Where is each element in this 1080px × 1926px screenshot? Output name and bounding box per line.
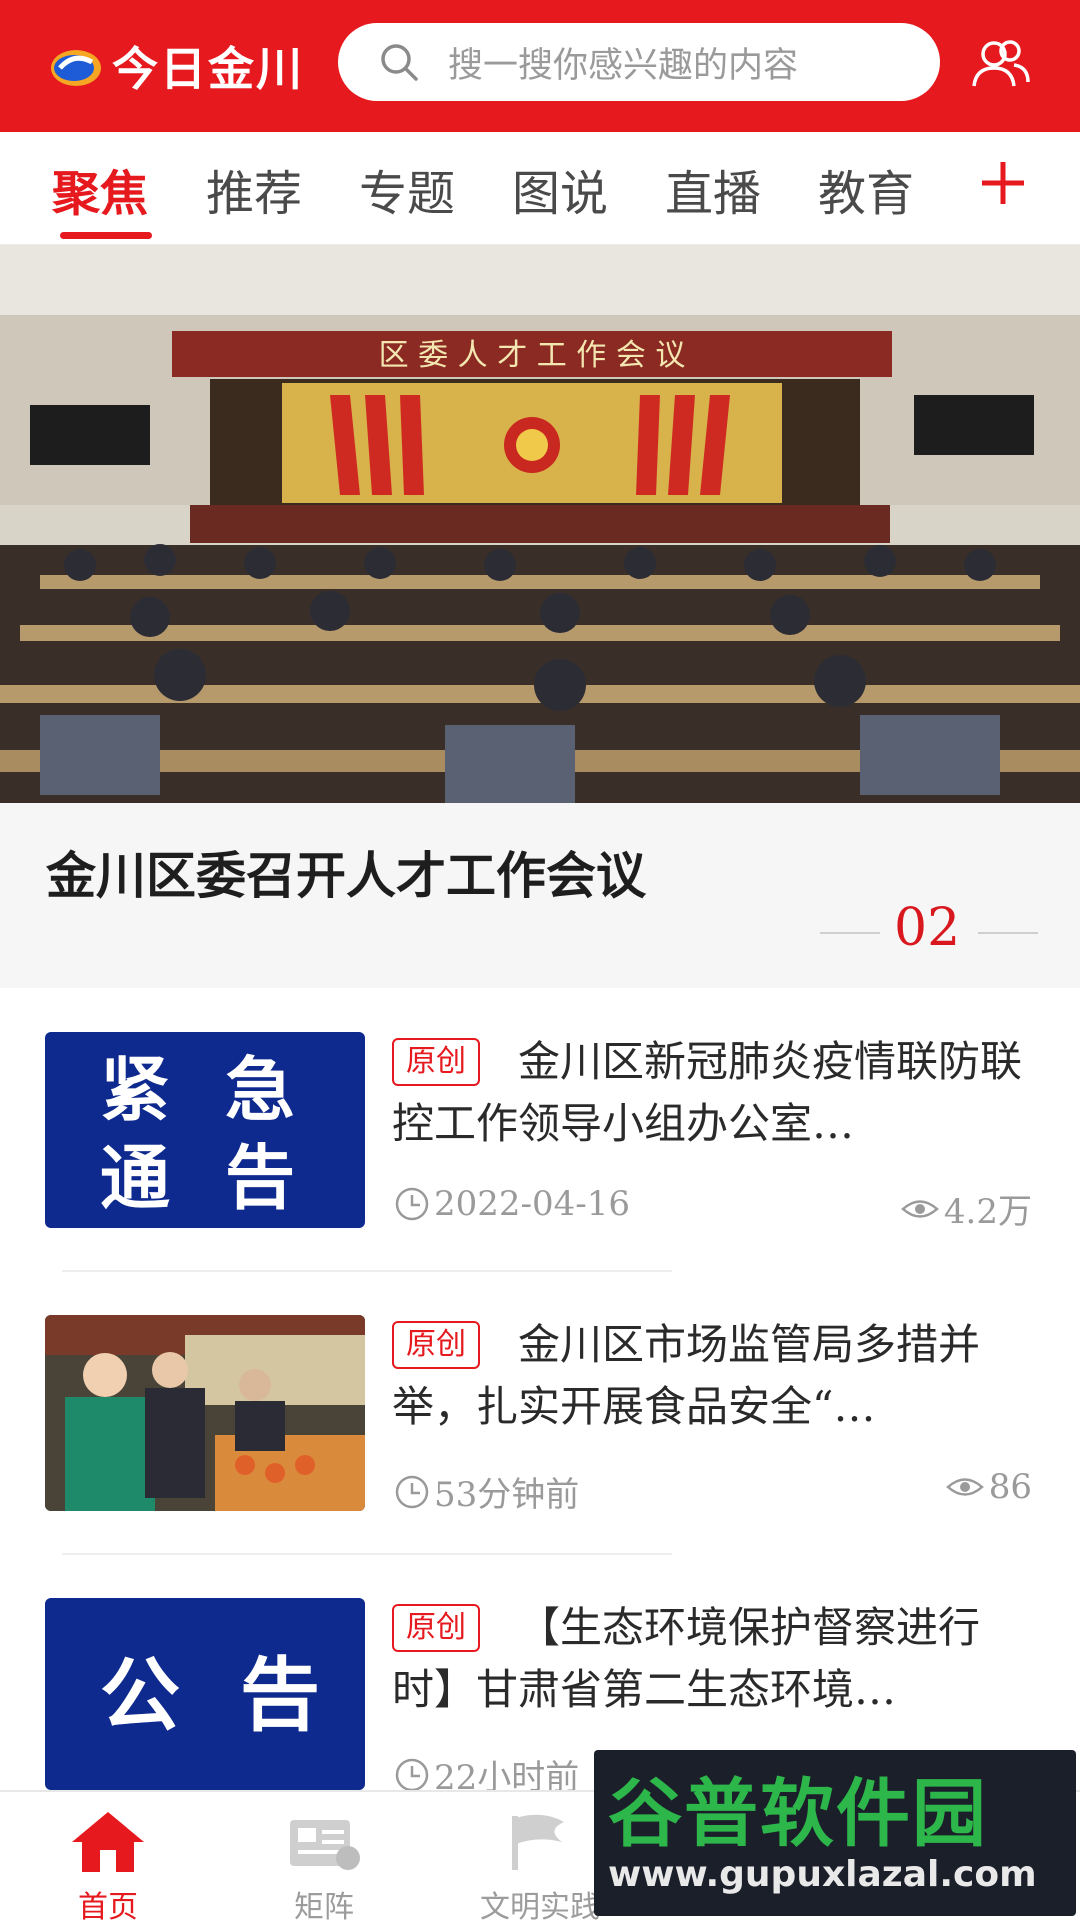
user-profile-icon[interactable] xyxy=(970,38,1032,90)
search-bar[interactable]: 搜一搜你感兴趣的内容 xyxy=(338,23,940,101)
hero-image[interactable]: 区 委 人 才 工 作 会 议 xyxy=(0,245,1080,803)
meeting-hall-photo: 区 委 人 才 工 作 会 议 xyxy=(0,245,1080,803)
tab-education[interactable]: 教育 xyxy=(818,154,914,224)
matrix-icon xyxy=(290,1820,360,1870)
watermark-title: 谷普软件园 xyxy=(608,1771,988,1857)
search-placeholder: 搜一搜你感兴趣的内容 xyxy=(448,45,799,86)
tab-live[interactable]: 直播 xyxy=(665,154,761,224)
app-logo[interactable]: 今日金川 xyxy=(48,34,304,98)
news-thumbnail: 公 告 xyxy=(45,1598,365,1790)
app-name: 今日金川 xyxy=(112,42,304,96)
logo-icon xyxy=(51,50,101,86)
list-divider xyxy=(62,1553,672,1555)
news-time-text: 2022-04-16 xyxy=(434,1184,631,1224)
svg-text:急: 急 xyxy=(225,1048,295,1131)
hero-banner-text: 区 委 人 才 工 作 会 议 xyxy=(379,338,686,373)
market-inspection-photo xyxy=(45,1315,365,1511)
news-time: 53分钟前 xyxy=(394,1467,579,1516)
svg-text:通: 通 xyxy=(100,1136,170,1219)
channel-tabs: 聚焦 推荐 专题 图说 直播 教育 xyxy=(0,132,1080,246)
flag-icon xyxy=(512,1814,564,1870)
watermark-overlay: 谷普软件园 www.gupuxlazal.com xyxy=(594,1750,1076,1916)
index-line-right xyxy=(978,932,1038,934)
news-item[interactable]: 原创 金川区市场监管局多措并举，扎实开展食品安全“… 53分钟前 86 xyxy=(0,1315,1080,1545)
clock-icon xyxy=(395,1758,429,1791)
svg-text:紧: 紧 xyxy=(100,1048,170,1131)
news-views: 86 xyxy=(945,1467,1032,1507)
news-views: 4.2万 xyxy=(900,1184,1032,1233)
tab-recommend[interactable]: 推荐 xyxy=(206,154,302,224)
carousel-index: 02 xyxy=(894,898,961,958)
news-title[interactable]: 金川区新冠肺炎疫情联防联控工作领导小组办公室… xyxy=(392,1031,1032,1155)
eye-icon xyxy=(901,1199,939,1218)
nav-home[interactable]: 首页 xyxy=(28,1792,188,1925)
svg-text:告: 告 xyxy=(225,1136,295,1219)
news-time: 2022-04-16 xyxy=(394,1184,630,1224)
emergency-notice-graphic: 紧 急 通 告 xyxy=(100,1048,295,1219)
news-title[interactable]: 金川区市场监管局多措并举，扎实开展食品安全“… xyxy=(392,1314,1032,1438)
news-title[interactable]: 【生态环境保护督察进行时】甘肃省第二生态环境… xyxy=(392,1597,1032,1721)
tab-topics[interactable]: 专题 xyxy=(359,154,455,224)
nav-matrix[interactable]: 矩阵 xyxy=(244,1792,404,1925)
add-channel-icon[interactable] xyxy=(978,158,1028,208)
search-icon xyxy=(381,44,418,81)
index-line-left xyxy=(820,932,880,934)
active-tab-indicator xyxy=(60,232,152,239)
eye-icon xyxy=(945,1478,984,1496)
svg-text:公: 公 xyxy=(100,1648,180,1742)
news-thumbnail xyxy=(45,1315,365,1511)
tab-pictures[interactable]: 图说 xyxy=(512,154,608,224)
news-thumbnail: 紧 急 通 告 xyxy=(45,1032,365,1228)
news-views-text: 4.2万 xyxy=(943,1192,1032,1232)
news-time-text: 53分钟前 xyxy=(434,1475,580,1515)
watermark-url: www.gupuxlazal.com xyxy=(608,1854,1037,1895)
news-item[interactable]: 紧 急 通 告 原创 金川区新冠肺炎疫情联防联控工作领导小组办公室… 2022-… xyxy=(0,1032,1080,1262)
nav-home-label: 首页 xyxy=(78,1890,138,1925)
app-header: 今日金川 搜一搜你感兴趣的内容 xyxy=(0,0,1080,132)
tab-focus[interactable]: 聚焦 xyxy=(52,154,148,224)
list-divider xyxy=(62,1270,672,1272)
clock-icon xyxy=(395,1475,429,1508)
hero-title[interactable]: 金川区委召开人才工作会议 xyxy=(46,836,646,908)
nav-matrix-label: 矩阵 xyxy=(294,1890,354,1925)
clock-icon xyxy=(395,1187,429,1221)
announcement-graphic: 公 告 xyxy=(100,1648,320,1742)
news-views-text: 86 xyxy=(988,1467,1032,1507)
home-icon xyxy=(72,1812,144,1872)
svg-text:告: 告 xyxy=(240,1648,320,1742)
